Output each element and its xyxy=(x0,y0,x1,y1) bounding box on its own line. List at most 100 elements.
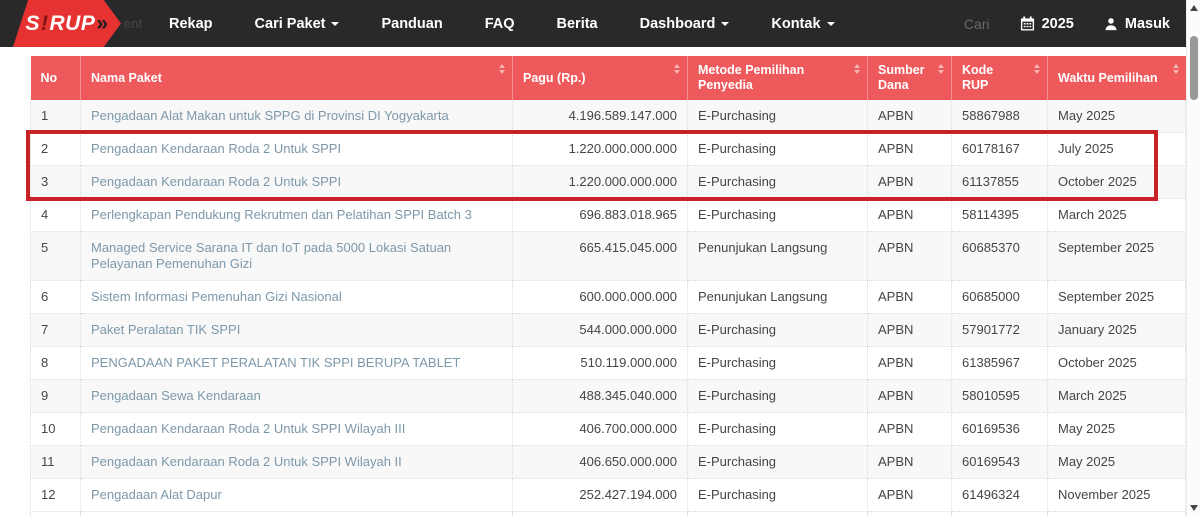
cell-sumber-dana: APBN xyxy=(868,133,952,166)
cell-kode-rup: 61137855 xyxy=(952,166,1048,199)
sort-icon[interactable] xyxy=(1173,64,1179,74)
cell-nama-paket: Pengadaan Sewa Kendaraan xyxy=(81,380,513,413)
cell-no: 5 xyxy=(31,232,81,281)
cell-sumber-dana: APBN xyxy=(868,347,952,380)
package-link[interactable]: Pengadaan Alat Makan untuk SPPG di Provi… xyxy=(91,108,449,123)
cell-empty xyxy=(868,512,952,516)
table-row: 3Pengadaan Kendaraan Roda 2 Untuk SPPI1.… xyxy=(31,166,1186,199)
table-row: 1Pengadaan Alat Makan untuk SPPG di Prov… xyxy=(31,100,1186,133)
cell-kode-rup: 61385967 xyxy=(952,347,1048,380)
cell-metode-pemilihan: E-Purchasing xyxy=(688,380,868,413)
package-link[interactable]: Pengadaan Kendaraan Roda 2 Untuk SPPI xyxy=(91,174,341,189)
cell-nama-paket: Paket Peralatan TIK SPPI xyxy=(81,314,513,347)
column-header-label: Waktu Pemilihan xyxy=(1058,71,1158,85)
cell-kode-rup: 57901772 xyxy=(952,314,1048,347)
table-row: 10 Pengadaan Kendaraan Roda 2 Untuk SPPI … xyxy=(31,413,1186,446)
cell-kode-rup: 61496324 xyxy=(952,479,1048,512)
chevron-down-icon xyxy=(827,22,835,26)
cell-pagu: 488.345.040.000 xyxy=(513,380,688,413)
sort-icon[interactable] xyxy=(674,64,680,74)
package-link[interactable]: Perlengkapan Pendukung Rekrutmen dan Pel… xyxy=(91,207,472,222)
package-link[interactable]: Paket Peralatan TIK SPPI xyxy=(91,322,240,337)
year-selector[interactable]: 2025 xyxy=(1020,16,1074,32)
cell-sumber-dana: APBN xyxy=(868,380,952,413)
login-button[interactable]: Masuk xyxy=(1104,16,1170,32)
cell-no: 2 xyxy=(31,133,81,166)
column-header-kode-rup[interactable]: Kode RUP xyxy=(952,56,1048,100)
nav-item-label: FAQ xyxy=(485,16,515,32)
package-link[interactable]: Managed Service Sarana IT dan IoT pada 5… xyxy=(91,240,451,271)
sort-icon[interactable] xyxy=(854,64,860,74)
sort-icon[interactable] xyxy=(499,64,505,74)
cell-nama-paket: Pengadaan Kendaraan Roda 2 Untuk SPPI xyxy=(81,133,513,166)
cell-waktu-pemilihan: May 2025 xyxy=(1048,413,1186,446)
cell-nama-paket: Perlengkapan Pendukung Rekrutmen dan Pel… xyxy=(81,199,513,232)
cell-empty xyxy=(952,512,1048,516)
nav-item-dashboard[interactable]: Dashboard xyxy=(619,0,751,47)
column-header-pagu-rp[interactable]: Pagu (Rp.) xyxy=(513,56,688,100)
package-link[interactable]: Pengadaan Alat Dapur xyxy=(91,487,222,502)
vertical-scrollbar[interactable] xyxy=(1186,0,1200,516)
navbar-hidden-text: ent xyxy=(124,16,142,31)
cell-waktu-pemilihan: October 2025 xyxy=(1048,166,1186,199)
nav-item-label: Kontak xyxy=(771,16,820,32)
navbar-right: Cari 2025 Masuk xyxy=(964,0,1170,47)
package-link[interactable]: Pengadaan Kendaraan Roda 2 Untuk SPPI xyxy=(91,141,341,156)
package-link[interactable]: Sistem Informasi Pemenuhan Gizi Nasional xyxy=(91,289,342,304)
cell-pagu: 252.427.194.000 xyxy=(513,479,688,512)
nav-item-berita[interactable]: Berita xyxy=(536,0,619,47)
cell-nama-paket: Managed Service Sarana IT dan IoT pada 5… xyxy=(81,232,513,281)
nav-menu: RekapCari PaketPanduan FAQ Berita Dashboard… xyxy=(148,0,856,47)
package-link[interactable]: Pengadaan Kendaraan Roda 2 Untuk SPPI Wi… xyxy=(91,421,405,436)
cell-nama-paket: PENGADAAN PAKET PERALATAN TIK SPPI BERUP… xyxy=(81,347,513,380)
year-label: 2025 xyxy=(1042,16,1074,32)
sort-icon[interactable] xyxy=(1034,64,1040,74)
cell-kode-rup: 58867988 xyxy=(952,100,1048,133)
cell-waktu-pemilihan: September 2025 xyxy=(1048,232,1186,281)
scroll-down-arrow-icon[interactable] xyxy=(1190,505,1198,511)
nav-item-label: Berita xyxy=(557,16,598,32)
table-row: 4 Perlengkapan Pendukung Rekrutmen dan Pe… xyxy=(31,199,1186,232)
cell-pagu: 406.700.000.000 xyxy=(513,413,688,446)
cell-no: 4 xyxy=(31,199,81,232)
nav-item-kontak[interactable]: Kontak xyxy=(750,0,855,47)
cell-empty xyxy=(31,512,81,516)
column-header-nama-paket[interactable]: Nama Paket xyxy=(81,56,513,100)
cell-pagu: 406.650.000.000 xyxy=(513,446,688,479)
cell-pagu: 1.220.000.000.000 xyxy=(513,166,688,199)
cell-waktu-pemilihan: May 2025 xyxy=(1048,446,1186,479)
cell-sumber-dana: APBN xyxy=(868,413,952,446)
cell-metode-pemilihan: Penunjukan Langsung xyxy=(688,281,868,314)
sort-icon[interactable] xyxy=(938,64,944,74)
cell-nama-paket: Pengadaan Alat Dapur xyxy=(81,479,513,512)
package-link[interactable]: Pengadaan Kendaraan Roda 2 Untuk SPPI Wi… xyxy=(91,454,402,469)
column-header-label: Metode Pemilihan Penyedia xyxy=(698,63,804,92)
sirup-logo[interactable]: S!RUP» xyxy=(13,0,121,47)
logo-chevron-icon: » xyxy=(96,12,108,35)
column-header-waktu-pemilihan[interactable]: Waktu Pemilihan xyxy=(1048,56,1186,100)
nav-item-rekap[interactable]: Rekap xyxy=(148,0,234,47)
chevron-down-icon xyxy=(721,22,729,26)
cell-no: 10 xyxy=(31,413,81,446)
nav-item-panduan[interactable]: Panduan xyxy=(360,0,463,47)
cell-sumber-dana: APBN xyxy=(868,314,952,347)
cell-metode-pemilihan: E-Purchasing xyxy=(688,133,868,166)
cell-empty xyxy=(81,512,513,516)
cell-waktu-pemilihan: March 2025 xyxy=(1048,199,1186,232)
table-row: 6Sistem Informasi Pemenuhan Gizi Nasiona… xyxy=(31,281,1186,314)
scroll-up-arrow-icon[interactable] xyxy=(1190,5,1198,11)
table-header-row: NoNama PaketPagu (Rp.)Metode Pemilihan P… xyxy=(31,56,1186,100)
cell-pagu: 600.000.000.000 xyxy=(513,281,688,314)
table-row: 12Pengadaan Alat Dapur252.427.194.000E-P… xyxy=(31,479,1186,512)
cell-pagu: 1.220.000.000.000 xyxy=(513,133,688,166)
chevron-down-icon xyxy=(331,22,339,26)
column-header-sumber-dana[interactable]: Sumber Dana xyxy=(868,56,952,100)
cell-kode-rup: 58114395 xyxy=(952,199,1048,232)
search-link[interactable]: Cari xyxy=(964,16,990,32)
nav-item-cari-paket[interactable]: Cari Paket xyxy=(234,0,361,47)
scrollbar-thumb[interactable] xyxy=(1190,36,1198,100)
nav-item-faq[interactable]: FAQ xyxy=(464,0,536,47)
package-link[interactable]: PENGADAAN PAKET PERALATAN TIK SPPI BERUP… xyxy=(91,355,460,370)
column-header-metode-pemilihan-penyedia[interactable]: Metode Pemilihan Penyedia xyxy=(688,56,868,100)
package-link[interactable]: Pengadaan Sewa Kendaraan xyxy=(91,388,261,403)
